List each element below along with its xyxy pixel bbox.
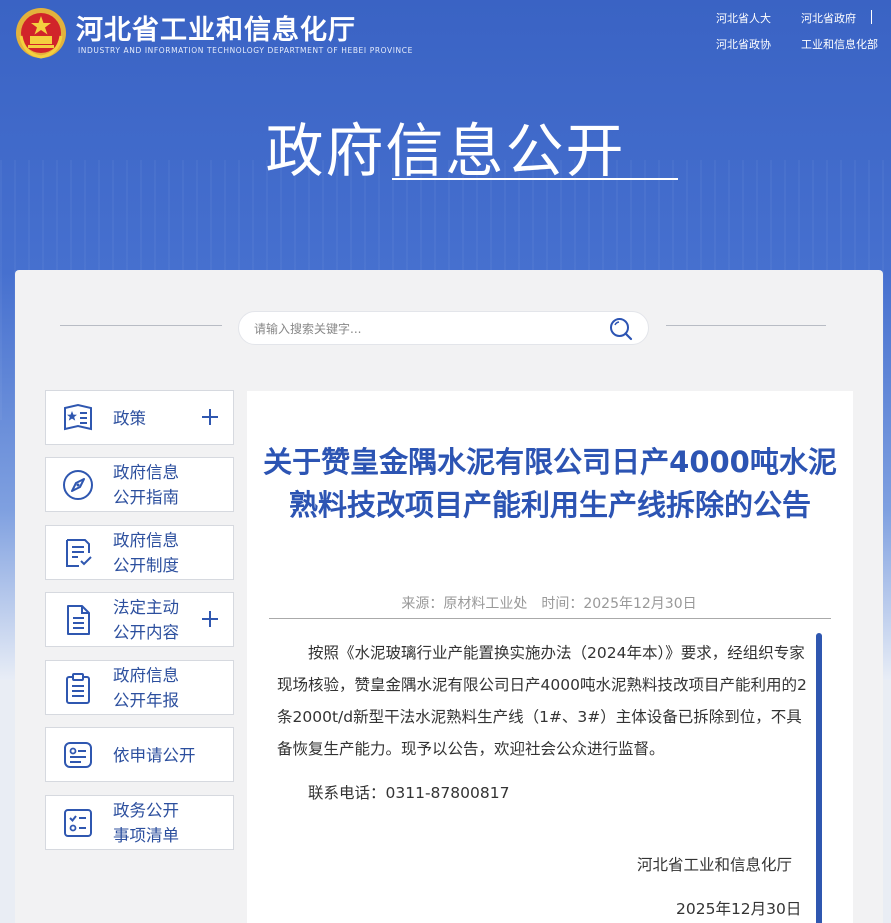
link-separator (871, 10, 872, 24)
sidebar-item-label: 政策 (113, 409, 146, 428)
article-meta: 来源：原材料工业处 时间：2025年12月30日 (401, 596, 697, 612)
sidebar-item-label: 政府信息 (113, 463, 179, 482)
search-box (238, 311, 649, 345)
sidebar-item-annual-report[interactable]: 政府信息 公开年报 (45, 660, 234, 715)
article-signature: 河北省工业和信息化厅 (637, 856, 793, 874)
document-lines-icon (67, 605, 90, 635)
site-title[interactable]: 河北省工业和信息化厅 (76, 8, 356, 47)
sidebar-item-label: 公开年报 (113, 691, 179, 710)
sidebar-item-statutory-content[interactable]: 法定主动 公开内容 (45, 592, 234, 647)
article-scrollbar[interactable] (816, 633, 822, 923)
banner-underline (392, 178, 678, 180)
top-links: 河北省人大 河北省政府 河北省政协 工业和信息化部 (700, 4, 886, 56)
sidebar-item-guide[interactable]: 政府信息 公开指南 (45, 457, 234, 512)
sidebar-item-affairs-list[interactable]: 政务公开 事项清单 (45, 795, 234, 850)
sidebar-item-on-request[interactable]: 依申请公开 (45, 727, 234, 782)
link-provincial-cppcc[interactable]: 河北省政协 (716, 36, 771, 52)
sidebar-item-label: 事项清单 (113, 826, 179, 845)
search-input[interactable] (254, 318, 594, 340)
search-icon[interactable] (608, 316, 634, 342)
checklist-icon (64, 809, 92, 837)
sidebar-item-policy[interactable]: 政策 (45, 390, 234, 445)
article-title: 关于赞皇金隅水泥有限公司日产4000吨水泥熟料技改项目产能利用生产线拆除的公告 (263, 445, 837, 522)
article-divider (269, 618, 831, 619)
search-divider-left (60, 325, 222, 326)
plus-icon[interactable] (200, 407, 220, 427)
sidebar-item-label: 法定主动 (113, 598, 179, 617)
article-paragraph: 按照《水泥玻璃行业产能置换实施办法（2024年本）》要求，经组织专家现场核验，赞… (277, 644, 807, 758)
sidebar-item-label: 公开指南 (113, 488, 179, 507)
article-body: 按照《水泥玻璃行业产能置换实施办法（2024年本）》要求，经组织专家现场核验，赞… (277, 637, 809, 809)
sidebar-item-label: 公开制度 (113, 556, 179, 575)
star-list-icon (64, 403, 92, 431)
form-card-icon (64, 742, 92, 768)
sidebar-item-label: 政务公开 (113, 801, 179, 820)
article: 关于赞皇金隅水泥有限公司日产4000吨水泥熟料技改项目产能利用生产线拆除的公告 … (247, 391, 853, 923)
site-subtitle: INDUSTRY AND INFORMATION TECHNOLOGY DEPA… (78, 46, 413, 55)
sidebar-item-label: 公开内容 (113, 623, 179, 642)
article-date: 2025年12月30日 (676, 900, 802, 918)
plus-icon[interactable] (200, 609, 220, 629)
link-provincial-government[interactable]: 河北省政府 (801, 10, 856, 26)
sidebar-item-system[interactable]: 政府信息 公开制度 (45, 525, 234, 580)
link-miit[interactable]: 工业和信息化部 (801, 36, 878, 52)
sidebar-item-label: 依申请公开 (113, 746, 196, 765)
document-check-icon (66, 539, 92, 567)
banner-title: 政府信息公开 (265, 117, 626, 185)
article-contact: 联系电话：0311-87800817 (308, 784, 510, 802)
link-provincial-congress[interactable]: 河北省人大 (716, 10, 771, 26)
clipboard-icon (66, 673, 90, 704)
sidebar-item-label: 政府信息 (113, 531, 179, 550)
search-divider-right (666, 325, 826, 326)
compass-icon (63, 470, 93, 500)
sidebar-item-label: 政府信息 (113, 666, 179, 685)
national-emblem-icon (16, 8, 66, 59)
